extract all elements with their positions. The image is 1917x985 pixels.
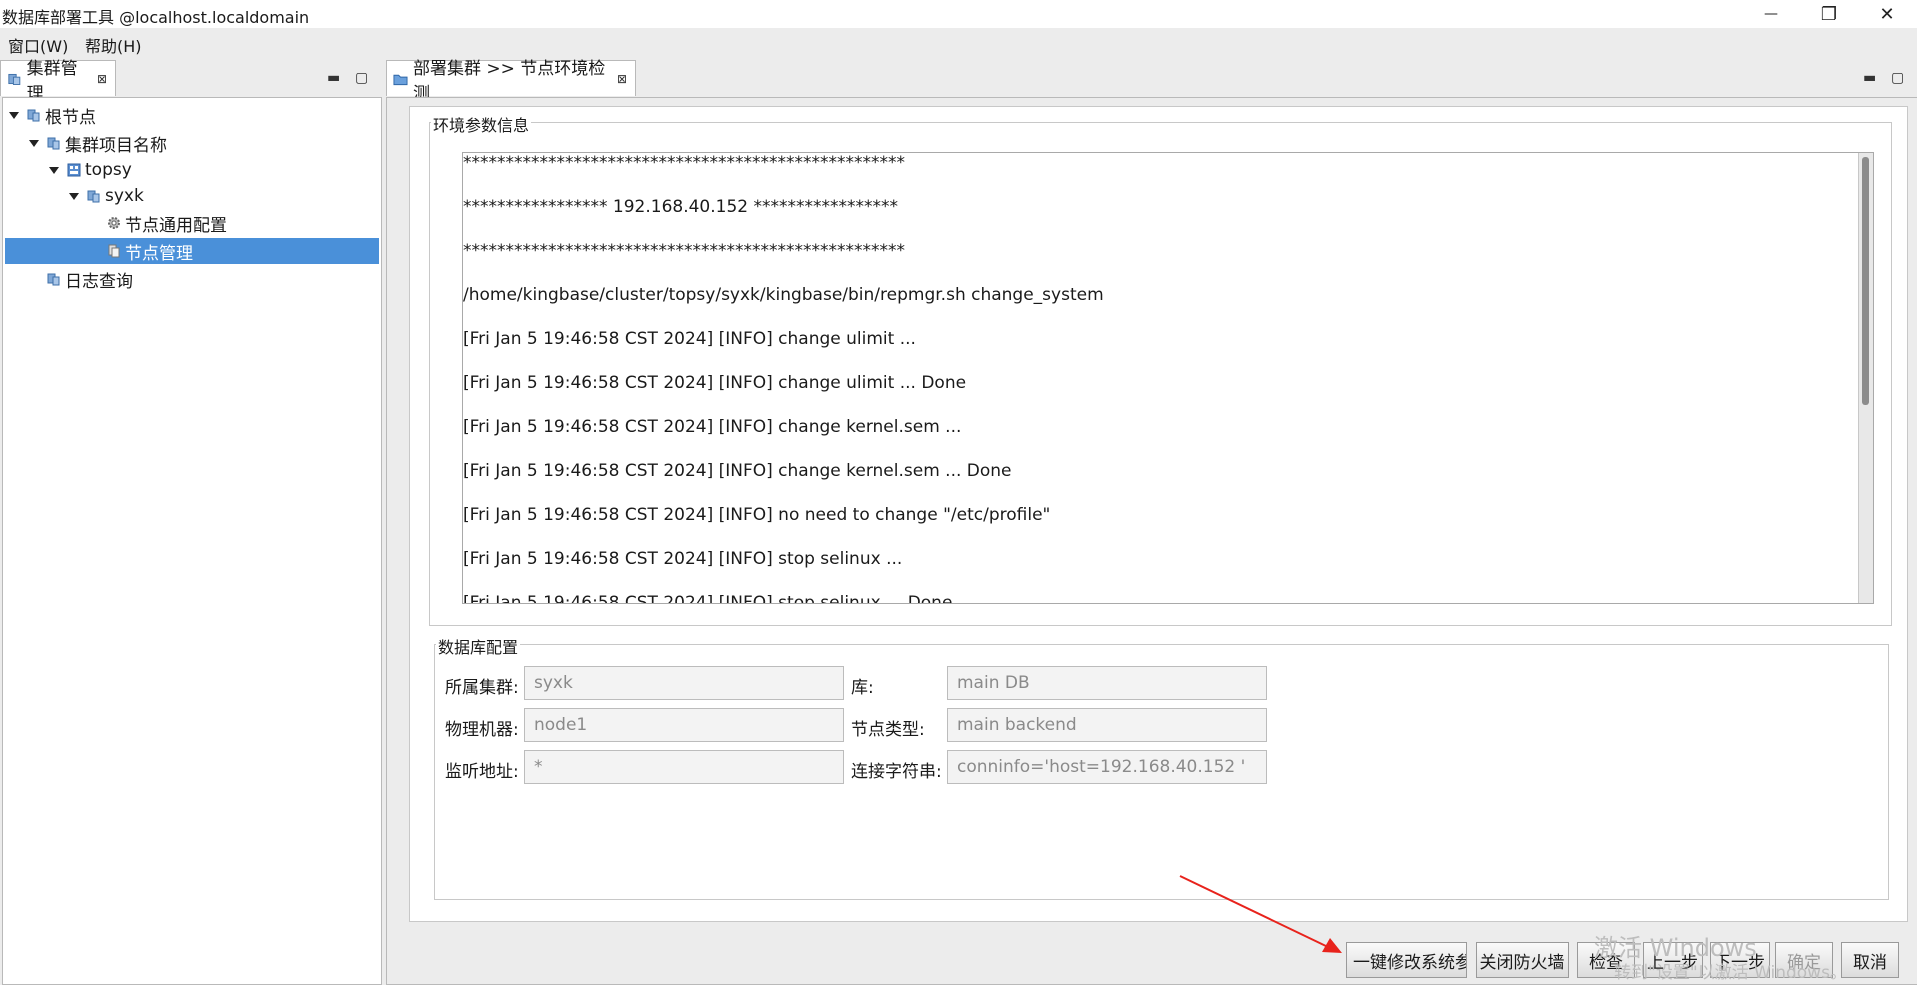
annotation-arrow xyxy=(1179,875,1342,953)
arrow-shaft xyxy=(1179,875,1329,948)
